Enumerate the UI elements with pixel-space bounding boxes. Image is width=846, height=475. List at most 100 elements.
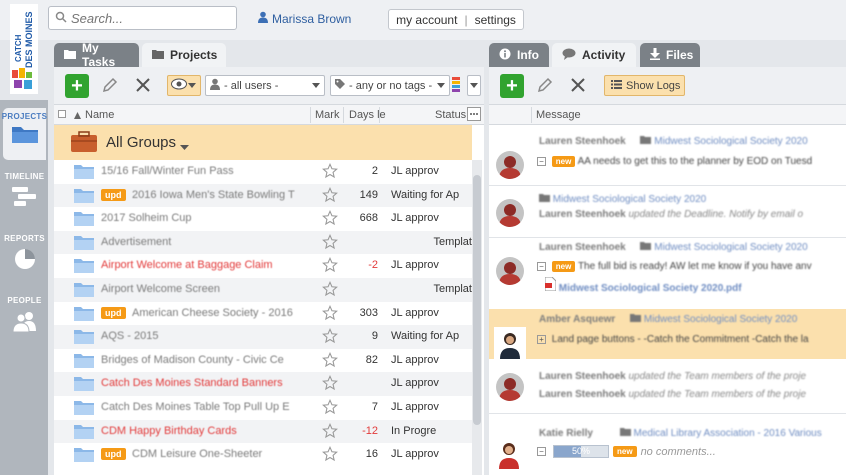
pencil-icon[interactable] [536,76,554,97]
tab-my-tasks[interactable]: My Tasks [54,41,139,69]
color-legend-icon[interactable] [452,77,460,96]
star-icon[interactable] [322,281,338,300]
activity-entry-selected[interactable]: Amber Asquewr Midwest Sociological Socie… [489,309,846,359]
project-name[interactable]: Catch Des Moines Standard Banners [101,377,311,389]
project-status: Waiting for Ap [391,330,460,343]
cross-tools-icon[interactable] [134,76,152,97]
tab-projects[interactable]: Projects [142,43,226,67]
nav-projects[interactable]: PROJECTS [2,108,47,160]
project-name[interactable]: 2016 Iowa Men's State Bowling T [132,189,313,201]
column-checkbox[interactable] [58,109,66,121]
days-left: 9 [371,330,378,343]
activity-entry[interactable]: Lauren Steenhoek Midwest Sociological So… [489,135,846,185]
projects-scrollbar-thumb[interactable] [473,175,481,425]
tab-info[interactable]: Info [489,43,549,67]
project-name[interactable]: CDM Happy Birthday Cards [101,425,311,437]
tab-files[interactable]: Files [640,43,700,67]
project-name[interactable]: AQS - 2015 [101,330,311,342]
days-left: -12 [362,424,378,437]
project-name[interactable]: 2017 Solheim Cup [101,212,311,224]
column-days-left[interactable]: Days le [349,109,386,121]
settings-link[interactable]: settings [475,13,516,27]
star-icon[interactable] [322,446,338,465]
table-row[interactable]: Catch Des Moines Standard Banners JL appr… [54,372,472,396]
column-name[interactable]: Name [85,109,114,121]
table-row[interactable]: Airport Welcome at Baggage Claim -2 JL app… [54,254,472,278]
nav-reports[interactable]: REPORTS [3,230,46,288]
column-status[interactable]: Status [435,109,466,121]
star-icon[interactable] [322,375,338,394]
search-box[interactable] [48,6,237,30]
current-user[interactable]: Marissa Brown [258,11,351,26]
table-row[interactable]: Bridges of Madison County - Civic Ce 82 JL… [54,348,472,373]
options-dropdown[interactable] [467,75,481,96]
chevron-down-icon [437,83,445,88]
star-icon[interactable] [322,186,338,206]
table-row[interactable]: upd American Cheese Society - 2016 303 JL a… [54,301,472,326]
star-icon[interactable] [322,257,338,276]
nav-people[interactable]: PEOPLE [3,292,46,350]
expand-toggle[interactable]: + [537,334,546,344]
table-row[interactable]: upd 2016 Iowa Men's State Bowling T 149 Wai… [54,183,472,208]
add-project-button[interactable]: + [65,74,89,98]
activity-project[interactable]: Midwest Sociological Society 2020 [654,136,807,147]
days-left: 16 [365,448,378,461]
activity-entry[interactable]: Lauren Steenhoek Midwest Sociological So… [489,241,846,301]
star-icon[interactable] [322,422,338,442]
activity-entry[interactable]: Katie Rielly Medical Library Association… [489,421,846,475]
table-row[interactable]: 15/16 Fall/Winter Fun Pass 2 JL approv [54,160,472,184]
project-name[interactable]: Catch Des Moines Table Top Pull Up E [101,401,311,413]
star-icon[interactable] [322,304,338,324]
collapse-toggle[interactable]: − [537,447,546,456]
view-toggle[interactable] [167,75,201,96]
chevron-down-icon [188,83,196,88]
table-row[interactable]: CDM Happy Birthday Cards -12 In Progre [54,419,472,444]
table-row[interactable]: Advertisement Templat [54,230,472,255]
table-row[interactable]: 2017 Solheim Cup 668 JL approv [54,207,472,231]
star-icon[interactable] [322,351,338,371]
my-account-link[interactable]: my account [396,13,457,27]
project-name[interactable]: Airport Welcome Screen [101,283,311,295]
project-name[interactable]: 15/16 Fall/Winter Fun Pass [101,165,311,177]
table-row[interactable]: Catch Des Moines Table Top Pull Up E 7 JL … [54,396,472,420]
all-groups-header[interactable]: All Groups [54,125,472,160]
attached-file-link[interactable]: Midwest Sociological Society 2020.pdf [559,283,742,294]
activity-entry[interactable]: Midwest Sociological Society 2020 Lauren… [489,189,846,237]
tags-filter[interactable]: - any or no tags - [330,75,450,96]
add-activity-button[interactable]: + [500,74,524,98]
project-name[interactable]: Advertisement [101,236,311,248]
search-input[interactable] [71,9,231,27]
activity-project[interactable]: Midwest Sociological Society 2020 [644,314,797,325]
pencil-icon[interactable] [101,76,119,97]
folder-icon [74,306,94,324]
cross-tools-icon[interactable] [569,76,587,97]
table-row[interactable]: upd CDM Leisure One-Sheeter 16 JL approv [54,443,472,467]
users-filter[interactable]: - all users - [205,75,325,96]
tab-activity[interactable]: Activity [552,43,636,67]
avatar [494,327,526,359]
star-icon[interactable] [322,399,338,418]
column-message[interactable]: Message [536,109,581,121]
project-name[interactable]: Airport Welcome at Baggage Claim [101,259,311,271]
column-mark[interactable]: Mark [315,109,339,121]
table-row[interactable]: AQS - 2015 9 Waiting for Ap [54,325,472,349]
star-icon[interactable] [322,210,338,229]
activity-project[interactable]: Medical Library Association - 2016 Vario… [633,428,821,439]
star-icon[interactable] [322,163,338,182]
column-options-button[interactable] [467,107,481,124]
project-name[interactable]: Bridges of Madison County - Civic Ce [101,354,311,366]
star-icon[interactable] [322,328,338,347]
project-name[interactable]: CDM Leisure One-Sheeter [132,448,313,460]
star-icon[interactable] [322,233,338,253]
show-logs-button[interactable]: Show Logs [604,75,685,96]
activity-project[interactable]: Midwest Sociological Society 2020 [553,194,706,205]
activity-entry[interactable]: Lauren Steenhoek updated the Team member… [489,367,846,407]
activity-project[interactable]: Midwest Sociological Society 2020 [654,242,807,253]
collapse-toggle[interactable]: − [537,156,546,166]
table-row[interactable]: Airport Welcome Screen Templat [54,278,472,302]
folder-icon [630,314,642,325]
nav-timeline[interactable]: TIMELINE [3,168,46,226]
project-name[interactable]: American Cheese Society - 2016 [132,307,313,319]
collapse-toggle[interactable]: − [537,261,546,271]
catch-des-moines-logo[interactable]: CATCH DES MOINES [8,2,40,96]
